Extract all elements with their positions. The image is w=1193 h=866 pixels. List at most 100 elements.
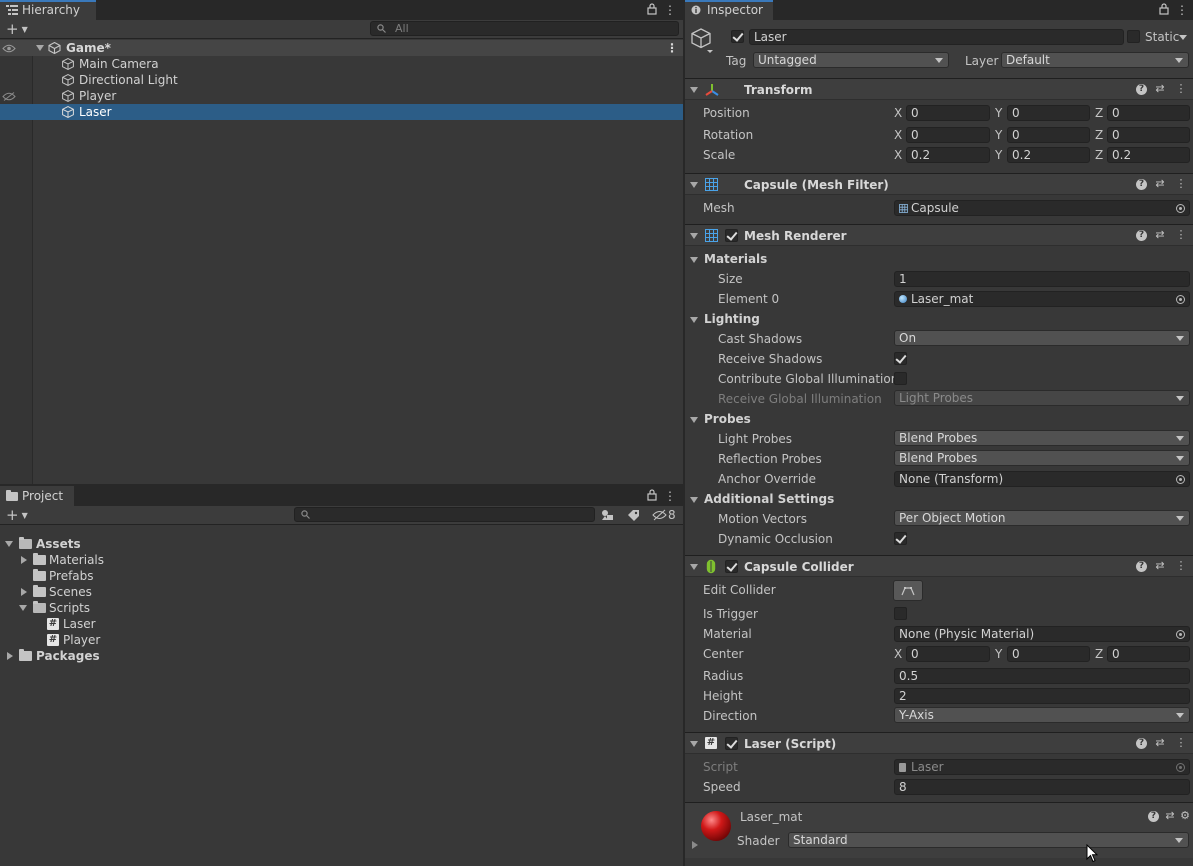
component-menu-icon[interactable]: ⋮ <box>1175 559 1187 573</box>
component-menu-icon[interactable]: ⋮ <box>1175 736 1187 750</box>
presets-icon[interactable]: ⇄ <box>1154 228 1166 242</box>
object-picker-icon[interactable] <box>1176 475 1185 484</box>
presets-icon[interactable]: ⇄ <box>1154 82 1166 96</box>
presets-icon[interactable]: ⇄ <box>1154 736 1166 750</box>
hierarchy-item-directional-light[interactable]: Directional Light <box>0 72 683 88</box>
lock-icon[interactable] <box>1159 3 1169 15</box>
lighting-foldout-icon[interactable] <box>690 317 698 323</box>
object-picker-icon[interactable] <box>1176 204 1185 213</box>
foldout-icon[interactable] <box>19 605 27 611</box>
physic-material-field[interactable]: None (Physic Material) <box>894 626 1190 642</box>
layer-dropdown[interactable]: Default <box>1001 52 1189 68</box>
materials-foldout-icon[interactable] <box>690 257 698 263</box>
component-menu-icon[interactable]: ⋮ <box>1175 82 1187 96</box>
laser-script-header[interactable]: # Laser (Script) ? ⇄ ⋮ <box>685 732 1193 754</box>
center-y-input[interactable]: 0 <box>1007 646 1090 662</box>
position-x-input[interactable]: 0 <box>906 105 990 121</box>
help-icon[interactable]: ? <box>1136 179 1147 190</box>
scene-more-icon[interactable]: ⋮ <box>666 40 678 56</box>
lock-icon[interactable] <box>647 489 657 501</box>
hierarchy-item-main-camera[interactable]: Main Camera <box>0 56 683 72</box>
scene-row[interactable]: Game* ⋮ <box>0 40 683 56</box>
component-menu-icon[interactable]: ⋮ <box>1175 177 1187 191</box>
foldout-icon[interactable] <box>690 564 698 570</box>
tree-item-assets[interactable]: Assets <box>0 536 200 552</box>
receive-shadows-checkbox[interactable] <box>894 352 907 365</box>
center-x-input[interactable]: 0 <box>906 646 990 662</box>
transform-header[interactable]: Transform ? ⇄ ⋮ <box>685 78 1193 100</box>
contribute-gi-checkbox[interactable] <box>894 372 907 385</box>
materials-section-header[interactable]: Materials <box>704 251 767 267</box>
hierarchy-search-input[interactable]: All <box>370 21 679 36</box>
mesh-filter-header[interactable]: Capsule (Mesh Filter) ? ⇄ ⋮ <box>685 173 1193 195</box>
light-probes-dropdown[interactable]: Blend Probes <box>894 430 1190 446</box>
tab-hierarchy[interactable]: Hierarchy <box>0 0 96 20</box>
height-input[interactable]: 2 <box>894 688 1190 704</box>
speed-input[interactable]: 8 <box>894 779 1190 795</box>
help-icon[interactable]: ? <box>1136 738 1147 749</box>
rotation-x-input[interactable]: 0 <box>906 127 990 143</box>
object-picker-icon[interactable] <box>1176 295 1185 304</box>
hidden-eye-icon[interactable] <box>2 92 16 101</box>
scale-z-input[interactable]: 0.2 <box>1107 147 1190 163</box>
tree-item-script-player[interactable]: # Player <box>0 632 200 648</box>
filter-by-label-icon[interactable] <box>627 509 640 521</box>
center-z-input[interactable]: 0 <box>1107 646 1190 662</box>
lock-icon[interactable] <box>647 3 657 15</box>
tree-item-script-laser[interactable]: # Laser <box>0 616 200 632</box>
mesh-renderer-enabled-checkbox[interactable] <box>725 229 738 242</box>
project-search-input[interactable] <box>294 507 595 522</box>
reflection-probes-dropdown[interactable]: Blend Probes <box>894 450 1190 466</box>
motion-vectors-dropdown[interactable]: Per Object Motion <box>894 510 1190 526</box>
create-asset-button[interactable]: + ▼ <box>6 507 28 524</box>
position-z-input[interactable]: 0 <box>1107 105 1190 121</box>
more-menu-icon[interactable]: ⋮ <box>664 489 676 503</box>
additional-settings-section-header[interactable]: Additional Settings <box>704 491 834 507</box>
help-icon[interactable]: ? <box>1148 811 1159 822</box>
more-menu-icon[interactable]: ⋮ <box>1176 3 1188 17</box>
active-checkbox[interactable] <box>731 30 744 43</box>
presets-icon[interactable]: ⇄ <box>1154 559 1166 573</box>
hidden-packages-icon[interactable] <box>652 509 667 521</box>
lighting-section-header[interactable]: Lighting <box>704 311 760 327</box>
foldout-icon[interactable] <box>690 182 698 188</box>
dynamic-occlusion-checkbox[interactable] <box>894 532 907 545</box>
help-icon[interactable]: ? <box>1136 561 1147 572</box>
anchor-override-field[interactable]: None (Transform) <box>894 471 1190 487</box>
laser-script-enabled-checkbox[interactable] <box>725 737 738 750</box>
tree-item-scripts[interactable]: Scripts <box>0 600 200 616</box>
edit-collider-button[interactable] <box>893 580 923 601</box>
tree-item-prefabs[interactable]: Prefabs <box>0 568 200 584</box>
help-icon[interactable]: ? <box>1136 230 1147 241</box>
tree-item-scenes[interactable]: Scenes <box>0 584 200 600</box>
capsule-collider-enabled-checkbox[interactable] <box>725 560 738 573</box>
static-dropdown-icon[interactable] <box>1179 35 1187 40</box>
component-menu-icon[interactable]: ⋮ <box>1175 228 1187 242</box>
foldout-icon[interactable] <box>5 541 13 547</box>
tab-project[interactable]: Project <box>0 486 74 506</box>
hierarchy-item-player[interactable]: Player <box>0 88 683 104</box>
foldout-icon[interactable] <box>21 588 27 596</box>
foldout-icon[interactable] <box>690 741 698 747</box>
tree-item-packages[interactable]: Packages <box>0 648 200 664</box>
tab-inspector[interactable]: Inspector <box>685 0 773 20</box>
eye-icon[interactable] <box>2 44 16 53</box>
tag-dropdown[interactable]: Untagged <box>753 52 949 68</box>
foldout-icon[interactable] <box>690 233 698 239</box>
position-y-input[interactable]: 0 <box>1007 105 1090 121</box>
create-button[interactable]: + ▼ <box>6 21 28 38</box>
capsule-collider-header[interactable]: Capsule Collider ? ⇄ ⋮ <box>685 555 1193 577</box>
presets-icon[interactable]: ⇄ <box>1164 809 1176 823</box>
gameobject-large-icon[interactable] <box>691 28 713 54</box>
additional-settings-foldout-icon[interactable] <box>690 497 698 503</box>
hierarchy-item-laser[interactable]: Laser <box>0 104 683 120</box>
is-trigger-checkbox[interactable] <box>894 607 907 620</box>
material-foldout-icon[interactable] <box>692 841 698 849</box>
cast-shadows-dropdown[interactable]: On <box>894 330 1190 346</box>
foldout-icon[interactable] <box>7 652 13 660</box>
mesh-object-field[interactable]: Capsule <box>894 200 1190 216</box>
scale-x-input[interactable]: 0.2 <box>906 147 990 163</box>
filter-by-type-icon[interactable] <box>601 509 615 521</box>
material-element0-field[interactable]: Laser_mat <box>894 291 1190 307</box>
mesh-renderer-header[interactable]: Mesh Renderer ? ⇄ ⋮ <box>685 224 1193 246</box>
